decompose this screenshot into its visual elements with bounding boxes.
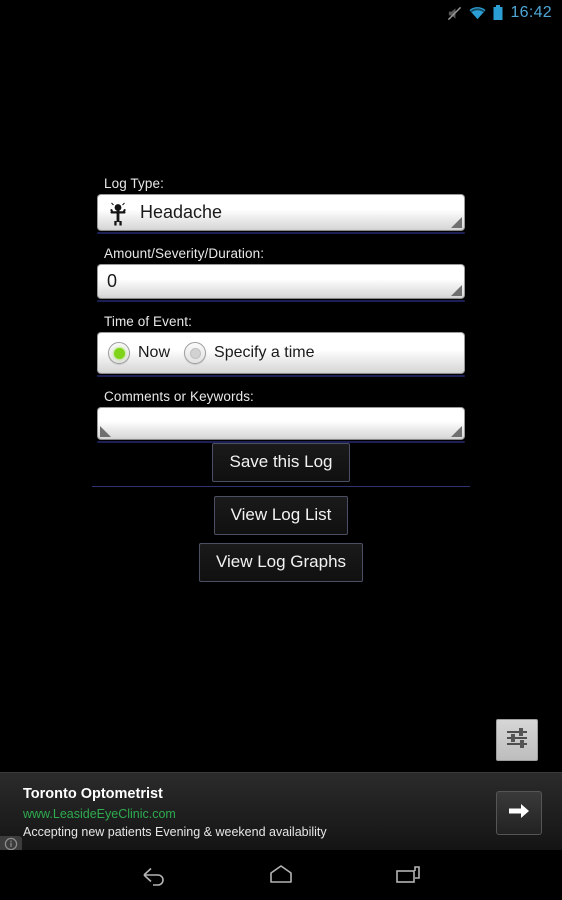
ad-description: Accepting new patients Evening & weekend… — [23, 825, 327, 839]
recents-icon[interactable] — [378, 855, 438, 895]
ad-url[interactable]: www.LeasideEyeClinic.com — [23, 807, 176, 821]
view-graphs-button-row: View Log Graphs — [0, 543, 562, 582]
log-type-field: Log Type: Headache — [97, 176, 465, 234]
radio-now-icon — [108, 342, 130, 364]
log-type-underline — [97, 232, 465, 234]
status-bar: 16:42 — [0, 0, 562, 26]
save-button-row: Save this Log — [0, 443, 562, 482]
view-list-button-row: View Log List — [0, 496, 562, 535]
radio-specify-time-label: Specify a time — [214, 344, 315, 361]
time-of-event-field: Time of Event: Now Specify a time — [97, 314, 465, 377]
time-of-event-label: Time of Event: — [104, 314, 192, 329]
comments-handle-left-icon — [100, 426, 111, 437]
amount-underline — [97, 300, 465, 302]
android-nav-bar — [0, 850, 562, 900]
radio-option-specify-time[interactable]: Specify a time — [184, 342, 315, 364]
person-headache-icon — [106, 199, 130, 227]
comments-handle-right-icon — [451, 426, 462, 437]
log-type-spinner[interactable]: Headache — [97, 194, 465, 231]
time-of-event-underline — [97, 375, 465, 377]
comments-label: Comments or Keywords: — [104, 389, 254, 404]
time-of-event-radio-group: Now Specify a time — [97, 332, 465, 374]
app-screen: 16:42 Log Type: Headache Amount/Severity… — [0, 0, 562, 900]
spinner-triangle-icon — [451, 217, 462, 228]
log-type-value: Headache — [140, 202, 223, 222]
mute-icon — [447, 6, 462, 21]
radio-option-now[interactable]: Now — [108, 342, 170, 364]
arrow-right-icon — [507, 801, 531, 826]
amount-value: 0 — [107, 271, 118, 291]
amount-field: Amount/Severity/Duration: 0 — [97, 246, 465, 302]
back-icon[interactable] — [124, 855, 184, 895]
ad-banner[interactable]: Toronto Optometrist www.LeasideEyeClinic… — [0, 772, 562, 850]
sliders-settings-icon — [504, 726, 530, 755]
battery-icon — [493, 5, 503, 21]
status-bar-clock: 16:42 — [510, 4, 552, 21]
log-type-label: Log Type: — [104, 176, 164, 191]
view-log-list-button[interactable]: View Log List — [213, 496, 349, 535]
radio-specify-time-icon — [184, 342, 207, 364]
radio-now-label: Now — [138, 344, 171, 361]
home-icon[interactable] — [251, 855, 311, 895]
ad-title: Toronto Optometrist — [23, 786, 163, 802]
comments-field: Comments or Keywords: — [97, 389, 465, 443]
ad-cta-button[interactable] — [496, 791, 542, 835]
amount-label: Amount/Severity/Duration: — [104, 246, 265, 261]
view-log-graphs-button[interactable]: View Log Graphs — [198, 543, 364, 582]
save-log-button[interactable]: Save this Log — [212, 443, 350, 482]
amount-input[interactable]: 0 — [97, 264, 465, 299]
comments-input[interactable] — [97, 407, 465, 440]
section-divider — [92, 486, 470, 487]
wifi-icon — [469, 6, 486, 20]
amount-resize-handle-icon — [451, 285, 462, 296]
settings-button[interactable] — [496, 719, 538, 761]
log-entry-form: Log Type: Headache Amount/Severity/Durat… — [97, 176, 465, 455]
